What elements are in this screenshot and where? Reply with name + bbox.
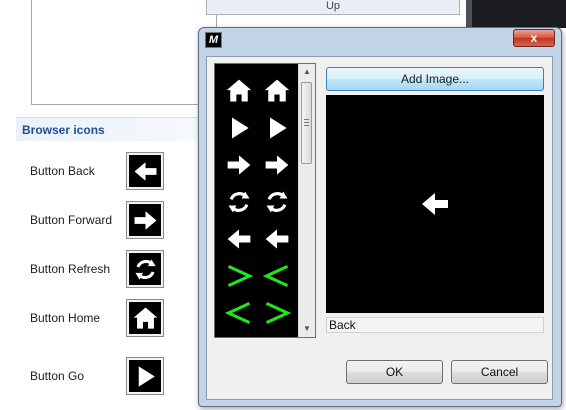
scroll-down-arrow-icon[interactable]: ▼ (299, 321, 315, 337)
icon-list-item[interactable] (259, 184, 295, 220)
image-name-field[interactable]: Back (326, 317, 544, 333)
play-icon (270, 117, 287, 139)
arrow-right-icon (265, 155, 289, 175)
icon-list-item[interactable] (259, 73, 295, 109)
app-logo-icon: M (205, 32, 222, 48)
list-box[interactable] (31, 0, 217, 105)
home-icon (133, 307, 157, 329)
image-picker-dialog: M x ▲ ▼ Add Image... Back OK Cancel (198, 27, 562, 407)
icon-list-item[interactable] (221, 221, 257, 257)
play-icon (138, 365, 155, 387)
arrow-right-icon (227, 155, 251, 175)
green-chevron-left-icon (225, 301, 251, 325)
arrow-left-icon (422, 193, 448, 215)
arrow-left-icon (265, 229, 289, 249)
button-forward-picker[interactable] (126, 201, 164, 239)
property-label: Button Forward (30, 213, 113, 227)
green-chevron-right-icon (227, 264, 253, 288)
icon-list-item[interactable] (259, 221, 295, 257)
property-row-forward: Button Forward (30, 201, 210, 239)
icon-list-item[interactable] (221, 258, 257, 294)
property-label: Button Refresh (30, 262, 111, 276)
section-title-browser-icons: Browser icons (16, 117, 210, 141)
button-home-picker[interactable] (126, 299, 164, 337)
green-chevron-right-icon (265, 301, 291, 325)
cancel-button[interactable]: Cancel (451, 360, 548, 384)
button-refresh-picker[interactable] (126, 250, 164, 288)
grip-icon (304, 119, 309, 126)
icon-list-item[interactable] (259, 110, 295, 146)
image-preview (326, 95, 544, 313)
arrow-right-icon (134, 210, 156, 230)
arrow-left-icon (134, 161, 156, 181)
icon-list-item[interactable] (221, 110, 257, 146)
background-window-edge (466, 0, 566, 28)
button-back-picker[interactable] (126, 152, 164, 190)
property-label: Button Go (30, 369, 85, 383)
refresh-icon (266, 191, 288, 213)
column-header-up: Up (206, 0, 460, 15)
property-label: Button Home (30, 311, 101, 325)
arrow-left-icon (227, 229, 251, 249)
property-row-back: Button Back (30, 152, 210, 190)
ok-button[interactable]: OK (346, 360, 443, 384)
button-go-picker[interactable] (126, 357, 164, 395)
play-icon (232, 117, 249, 139)
add-image-button[interactable]: Add Image... (326, 67, 544, 91)
property-row-refresh: Button Refresh (30, 250, 210, 288)
icon-list-item[interactable] (221, 295, 257, 331)
icon-list-item[interactable] (221, 184, 257, 220)
home-icon (226, 79, 252, 102)
icon-list-item[interactable] (221, 73, 257, 109)
refresh-icon (228, 191, 250, 213)
icon-list-item[interactable] (259, 147, 295, 183)
dialog-client-area: ▲ ▼ Add Image... Back OK Cancel (206, 56, 553, 400)
dialog-titlebar[interactable]: M x (199, 28, 561, 54)
property-label: Button Back (30, 164, 95, 178)
scroll-up-arrow-icon[interactable]: ▲ (299, 64, 315, 80)
scroll-thumb[interactable] (301, 82, 312, 164)
home-icon (264, 79, 290, 102)
green-chevron-left-icon (263, 264, 289, 288)
close-button[interactable]: x (513, 29, 555, 47)
refresh-icon (134, 258, 156, 280)
vertical-scrollbar[interactable]: ▲ ▼ (298, 64, 315, 337)
icon-list[interactable]: ▲ ▼ (214, 63, 316, 338)
icon-list-item[interactable] (259, 258, 295, 294)
property-row-home: Button Home (30, 299, 210, 337)
icon-list-item[interactable] (259, 295, 295, 331)
icon-list-item[interactable] (221, 147, 257, 183)
property-row-go: Button Go (30, 357, 210, 395)
